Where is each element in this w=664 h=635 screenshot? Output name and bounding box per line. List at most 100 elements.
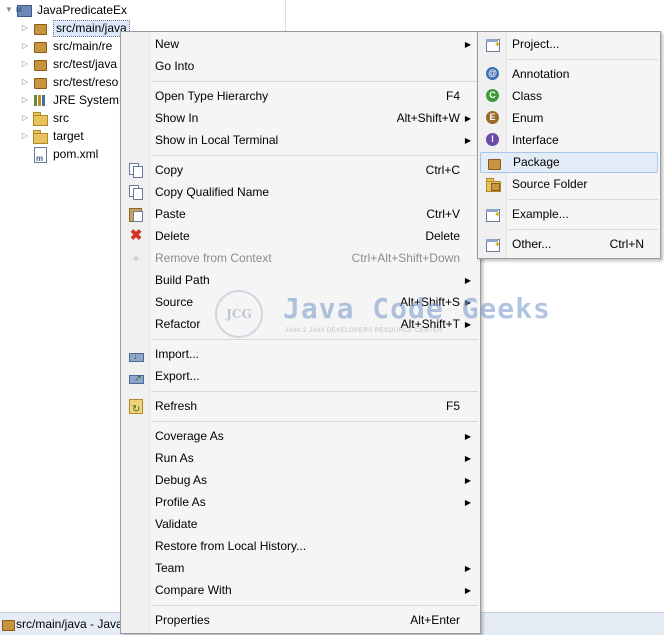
menu-item-profile-as[interactable]: Profile As ▶ (123, 492, 478, 513)
menu-separator (151, 391, 478, 392)
tree-item-src-test-resources[interactable]: ▷ src/test/reso (20, 73, 118, 91)
tree-item-label: src/test/reso (53, 75, 119, 89)
tree-item-label: src/main/java (53, 19, 130, 37)
tree-item-src-test-java[interactable]: ▷ src/test/java (20, 55, 117, 73)
submenu-arrow-icon: ▶ (464, 276, 471, 285)
menu-item-compare-with[interactable]: Compare With ▶ (123, 580, 478, 601)
submenu-arrow-icon: ▶ (464, 586, 471, 595)
menu-item-label: Compare With (155, 583, 232, 597)
submenu-item-source-folder[interactable]: Source Folder (480, 174, 658, 195)
menu-item-label: Project... (512, 37, 560, 51)
menu-item-debug-as[interactable]: Debug As ▶ (123, 470, 478, 491)
submenu-arrow-icon: ▶ (464, 40, 471, 49)
tree-item-src-main-resources[interactable]: ▷ src/main/re (20, 37, 112, 55)
menu-item-label: Properties (155, 613, 210, 627)
menu-separator (508, 199, 658, 200)
remove-context-icon: ⌖ (132, 251, 140, 265)
menu-item-label: New (155, 37, 180, 51)
status-text: src/main/java - Java (16, 617, 123, 631)
package-icon (486, 155, 502, 171)
tree-item-src-main-java[interactable]: ▷ src/main/java (20, 19, 130, 37)
menu-item-label: Refactor (155, 317, 201, 331)
menu-item-label: Class (512, 89, 543, 103)
menu-item-shortcut: Ctrl+C (425, 163, 460, 177)
menu-item-copy[interactable]: Copy Ctrl+C (123, 160, 478, 181)
expand-arrow-icon[interactable]: ▷ (20, 19, 30, 37)
menu-item-open-type-hierarchy[interactable]: Open Type Hierarchy F4 (123, 86, 478, 107)
submenu-arrow-icon: ▶ (464, 298, 471, 307)
copy-icon (128, 162, 144, 178)
collapse-arrow-icon[interactable]: ▼ (4, 1, 14, 19)
menu-item-label: Source Folder (512, 177, 588, 191)
menu-item-restore-from-local-history[interactable]: Restore from Local History... (123, 536, 478, 557)
expand-arrow-icon[interactable]: ▷ (20, 109, 30, 127)
menu-item-shortcut: F5 (445, 399, 460, 413)
example-icon: ✦ (485, 206, 501, 222)
menu-item-paste[interactable]: Paste Ctrl+V (123, 204, 478, 225)
tree-item-jre-system-library[interactable]: ▷ JRE System L (20, 91, 129, 109)
menu-item-show-in-local-terminal[interactable]: Show in Local Terminal ▶ (123, 130, 478, 151)
tree-item-src[interactable]: ▷ src (20, 109, 69, 127)
menu-separator (151, 339, 478, 340)
menu-item-coverage-as[interactable]: Coverage As ▶ (123, 426, 478, 447)
menu-item-shortcut: Alt+Shift+S (399, 295, 460, 309)
menu-item-shortcut: Alt+Enter (410, 613, 460, 627)
menu-item-shortcut: F4 (445, 89, 460, 103)
menu-item-label: Other... (512, 237, 552, 251)
menu-item-go-into[interactable]: Go Into (123, 56, 478, 77)
library-icon (32, 92, 48, 108)
import-icon: ↓ (128, 346, 144, 362)
submenu-item-enum[interactable]: E Enum (480, 108, 658, 129)
submenu-item-package[interactable]: Package (480, 152, 658, 173)
expand-arrow-icon[interactable]: ▷ (20, 127, 30, 145)
menu-item-export[interactable]: ↗ Export... (123, 366, 478, 387)
menu-item-validate[interactable]: Validate (123, 514, 478, 535)
expand-arrow-icon[interactable]: ▷ (20, 55, 30, 73)
submenu-item-annotation[interactable]: @ Annotation (480, 64, 658, 85)
menu-item-import[interactable]: ↓ Import... (123, 344, 478, 365)
menu-item-shortcut: Ctrl+Alt+Shift+Down (351, 251, 460, 265)
menu-item-copy-qualified-name[interactable]: Copy Qualified Name (123, 182, 478, 203)
submenu-arrow-icon: ▶ (464, 454, 471, 463)
menu-item-delete[interactable]: ✖ Delete Delete (123, 226, 478, 247)
expand-arrow-icon[interactable]: ▷ (20, 91, 30, 109)
package-folder-icon (32, 56, 48, 72)
menu-item-refresh[interactable]: ↻ Refresh F5 (123, 396, 478, 417)
source-folder-icon (485, 176, 501, 192)
menu-item-build-path[interactable]: Build Path ▶ (123, 270, 478, 291)
menu-item-label: Profile As (155, 495, 206, 509)
menu-item-label: Export... (155, 369, 200, 383)
menu-item-show-in[interactable]: Show In Alt+Shift+W ▶ (123, 108, 478, 129)
other-wizard-icon: ✦ (485, 236, 501, 252)
menu-item-shortcut: Alt+Shift+W (396, 111, 460, 125)
submenu-item-example[interactable]: ✦ Example... (480, 204, 658, 225)
menu-item-label: Run As (155, 451, 194, 465)
menu-item-label: Remove from Context (155, 251, 272, 265)
submenu-item-interface[interactable]: I Interface (480, 130, 658, 151)
menu-item-new[interactable]: New ▶ (123, 34, 478, 55)
tree-item-pom[interactable]: m pom.xml (32, 145, 98, 163)
maven-file-icon: m (32, 146, 48, 163)
refresh-icon: ↻ (128, 398, 144, 415)
menu-item-refactor[interactable]: Refactor Alt+Shift+T ▶ (123, 314, 478, 335)
package-folder-icon (0, 616, 16, 632)
menu-item-properties[interactable]: Properties Alt+Enter (123, 610, 478, 631)
submenu-arrow-icon: ▶ (464, 498, 471, 507)
menu-separator (151, 155, 478, 156)
new-project-icon: ✦ (485, 36, 501, 52)
menu-item-source[interactable]: Source Alt+Shift+S ▶ (123, 292, 478, 313)
menu-item-run-as[interactable]: Run As ▶ (123, 448, 478, 469)
paste-icon (128, 206, 144, 222)
package-folder-icon (32, 74, 48, 90)
menu-item-label: Paste (155, 207, 186, 221)
submenu-arrow-icon: ▶ (464, 114, 471, 123)
tree-project-row[interactable]: ▼ M JavaPredicateEx (4, 1, 127, 19)
expand-arrow-icon[interactable]: ▷ (20, 37, 30, 55)
menu-item-team[interactable]: Team ▶ (123, 558, 478, 579)
expand-arrow-icon[interactable]: ▷ (20, 73, 30, 91)
tree-project-label: JavaPredicateEx (37, 3, 128, 17)
tree-item-target[interactable]: ▷ target (20, 127, 84, 145)
submenu-item-other[interactable]: ✦ Other... Ctrl+N (480, 234, 658, 255)
submenu-item-class[interactable]: C Class (480, 86, 658, 107)
submenu-item-project[interactable]: ✦ Project... (480, 34, 658, 55)
